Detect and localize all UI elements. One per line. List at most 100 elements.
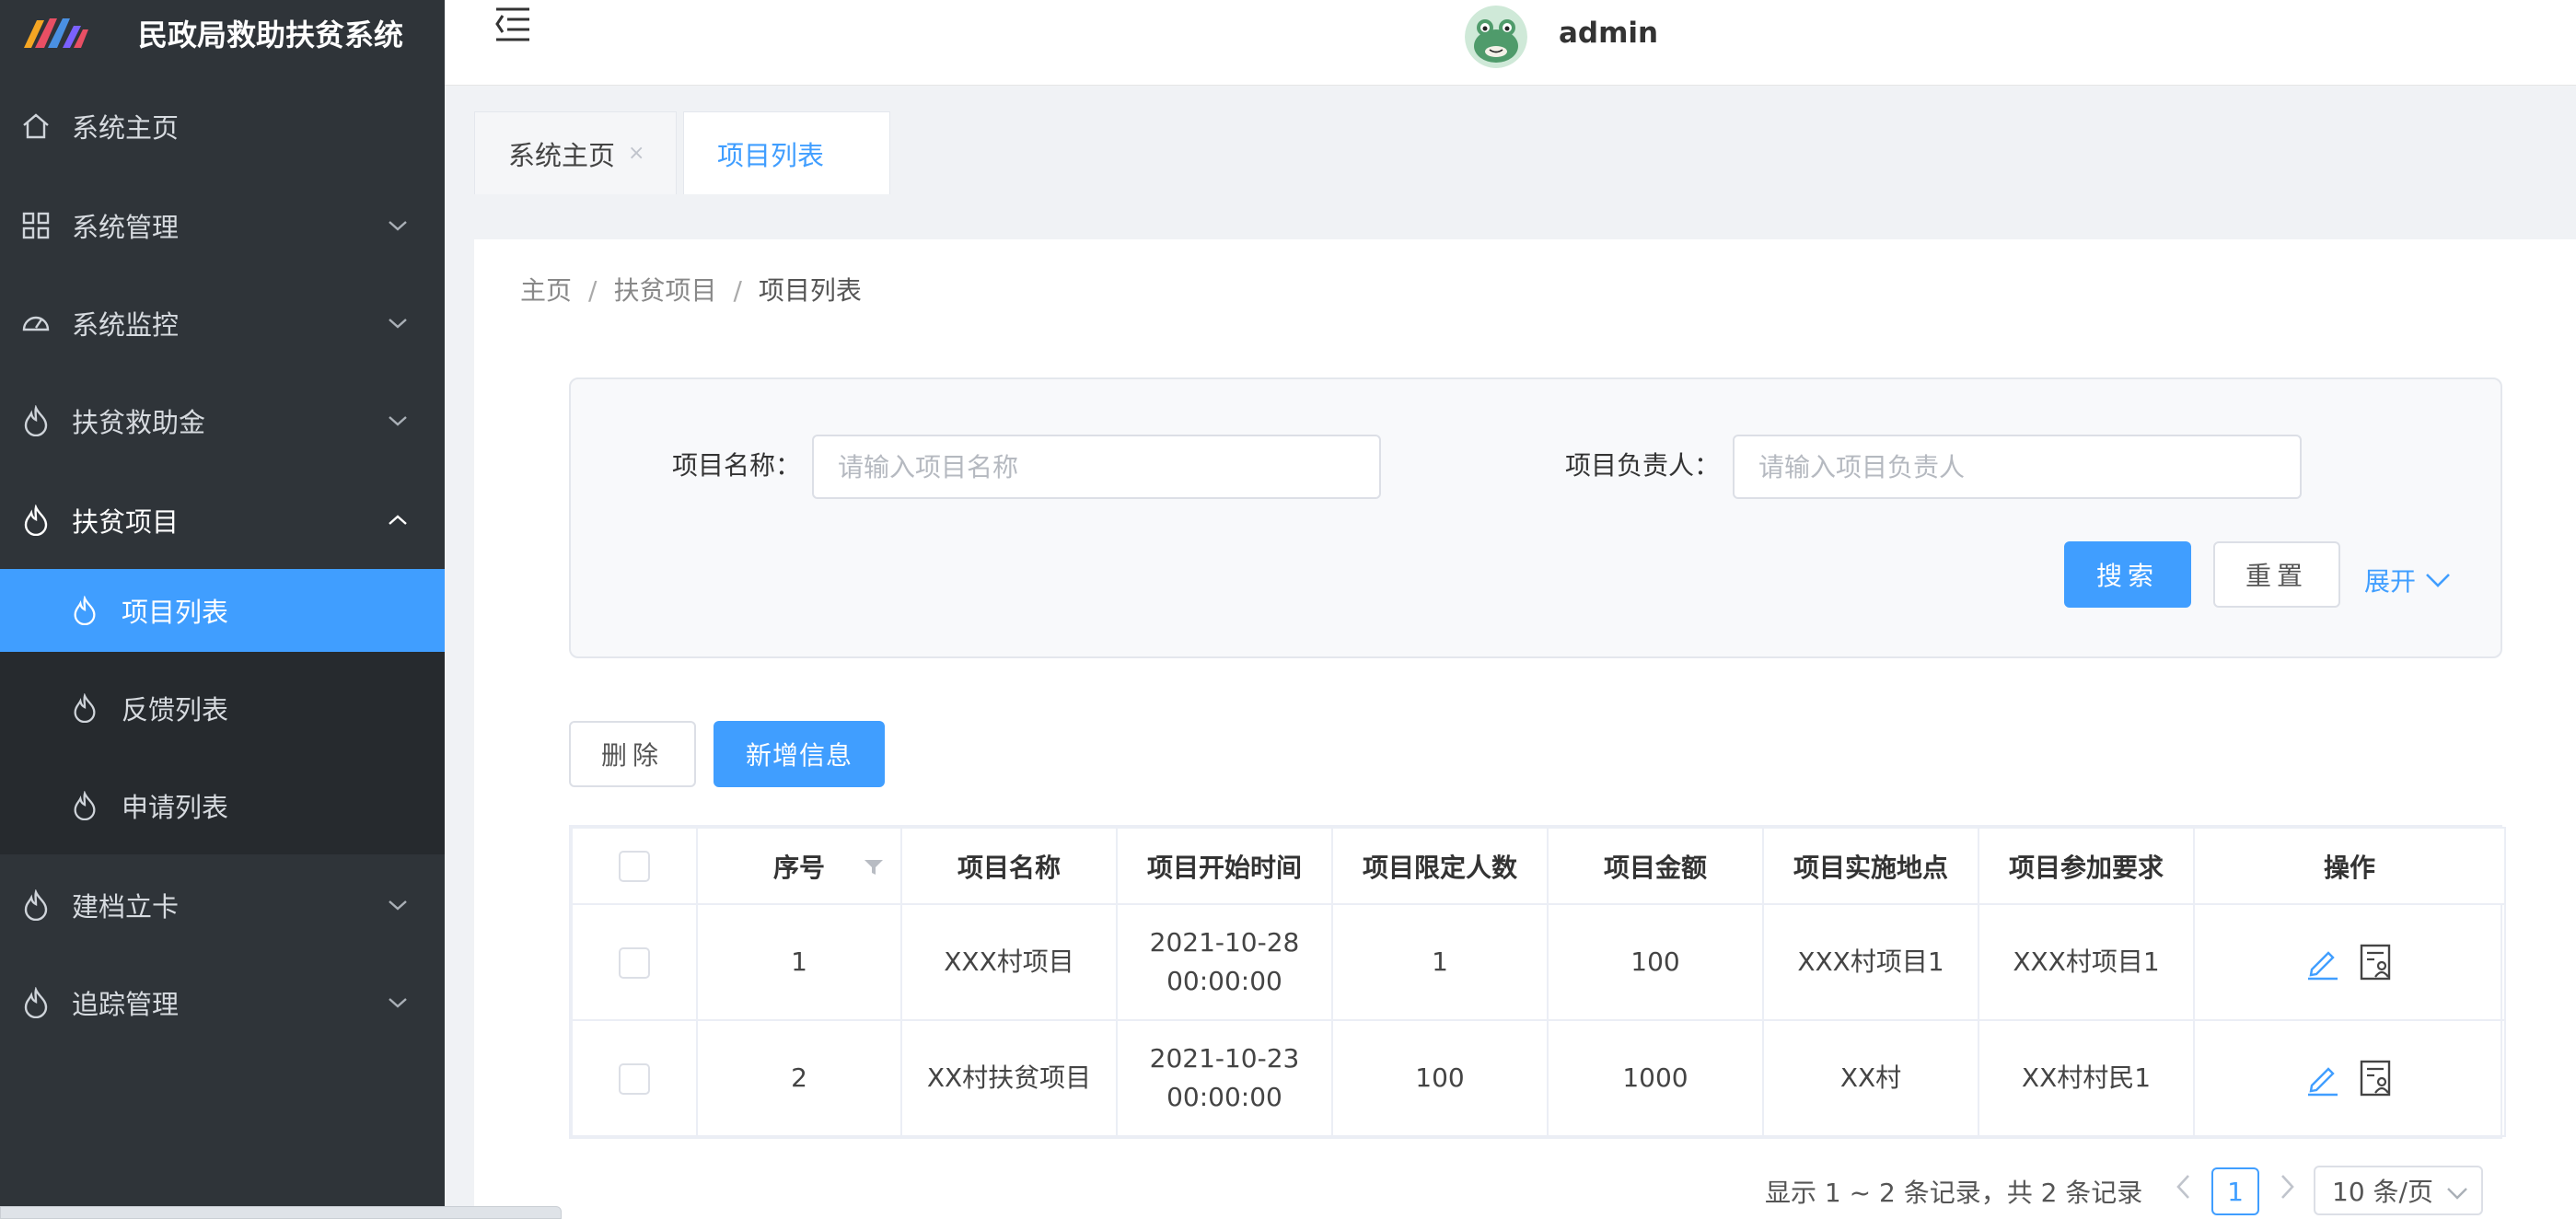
- table-row: 2 XX村扶贫项目 2021-10-23 00:00:00 100 1000 XX…: [571, 1019, 2506, 1137]
- flame-icon: [74, 791, 96, 820]
- sidebar-item-label: 建档立卡: [72, 891, 180, 923]
- grid-icon: [22, 212, 50, 239]
- column-header-actions: 操作: [2193, 827, 2506, 905]
- delete-button[interactable]: 删除: [569, 721, 696, 787]
- expand-label: 展开: [2364, 566, 2417, 597]
- chevron-down-icon: [2426, 574, 2450, 587]
- tab-bar: 系统主页 × 项目列表: [445, 86, 2576, 194]
- sidebar-subitem-label: 申请列表: [122, 792, 229, 823]
- cell-location: XX村: [1762, 1019, 1979, 1137]
- column-header-start-time: 项目开始时间: [1116, 827, 1333, 905]
- browser-status-bar: [0, 1206, 562, 1219]
- table-row: 1 XXX村项目 2021-10-28 00:00:00 1 100 XXX村项目…: [571, 903, 2506, 1021]
- breadcrumb-current: 项目列表: [758, 275, 862, 306]
- flame-icon: [74, 596, 96, 625]
- avatar[interactable]: [1465, 6, 1527, 68]
- sidebar-subitem-label: 项目列表: [122, 597, 229, 628]
- chevron-up-icon: [389, 515, 407, 525]
- page-size-value: 10 条/页: [2332, 1177, 2433, 1207]
- cell-name: XX村扶贫项目: [900, 1019, 1118, 1137]
- tab-home[interactable]: 系统主页 ×: [474, 111, 677, 194]
- prev-page-icon[interactable]: [2173, 1173, 2195, 1201]
- edit-icon[interactable]: [2304, 944, 2341, 981]
- tab-project-list[interactable]: 项目列表: [683, 111, 890, 194]
- sidebar-item-label: 系统监控: [72, 309, 180, 341]
- tab-label: 系统主页: [508, 139, 616, 171]
- frog-avatar-icon: [1465, 6, 1527, 68]
- table-header-row: 序号 项目名称 项目开始时间 项目限定人数 项目金额 项目实施地点 项目参加要求…: [571, 827, 2506, 905]
- cell-start-date: 2021-10-23: [1149, 1043, 1300, 1074]
- chevron-down-icon: [389, 900, 407, 911]
- reset-button[interactable]: 重置: [2213, 541, 2340, 608]
- expand-link[interactable]: 展开: [2364, 562, 2451, 598]
- flame-icon: [74, 693, 96, 723]
- column-header-name: 项目名称: [900, 827, 1118, 905]
- add-info-button[interactable]: 新增信息: [714, 721, 885, 787]
- chevron-down-icon: [389, 416, 407, 426]
- sidebar-subitem-application-list[interactable]: 申请列表: [0, 764, 445, 847]
- chevron-down-icon: [2447, 1188, 2467, 1200]
- breadcrumb-separator: /: [733, 275, 742, 306]
- username[interactable]: admin: [1559, 17, 1658, 50]
- sidebar-item-system-management[interactable]: 系统管理: [0, 184, 445, 267]
- cell-start-date: 2021-10-28: [1149, 927, 1300, 958]
- main-content: 主页 / 扶贫项目 / 项目列表 项目名称： 项目负责人： 搜索 重置 展开 删除 新增…: [474, 239, 2576, 1219]
- project-leader-input[interactable]: [1733, 435, 2302, 499]
- sidebar-subitem-project-list[interactable]: 项目列表: [0, 569, 445, 652]
- cell-start-clock: 00:00:00: [1166, 1082, 1282, 1112]
- sidebar-item-poverty-projects[interactable]: 扶贫项目: [0, 479, 445, 562]
- sidebar-item-label: 追踪管理: [72, 989, 180, 1020]
- row-checkbox[interactable]: [619, 947, 650, 979]
- next-page-icon[interactable]: [2276, 1173, 2298, 1201]
- menu-fold-icon[interactable]: [493, 6, 533, 42]
- column-header-label: 序号: [772, 852, 825, 883]
- row-select-cell: [571, 903, 698, 1021]
- tab-label: 项目列表: [717, 139, 825, 171]
- detail-icon[interactable]: [2358, 1058, 2395, 1098]
- cell-start-clock: 00:00:00: [1166, 966, 1282, 996]
- filter-icon[interactable]: [864, 858, 884, 877]
- sidebar-item-label: 扶贫项目: [72, 506, 180, 538]
- sidebar-item-label: 系统管理: [72, 212, 180, 243]
- column-header-location: 项目实施地点: [1762, 827, 1979, 905]
- select-all-cell: [571, 827, 698, 905]
- sidebar-item-tracking[interactable]: 追踪管理: [0, 961, 445, 1044]
- column-header-amount: 项目金额: [1547, 827, 1764, 905]
- flame-icon: [24, 889, 48, 921]
- breadcrumb: 主页 / 扶贫项目 / 项目列表: [520, 271, 862, 308]
- project-name-input[interactable]: [812, 435, 1381, 499]
- page-number-current[interactable]: 1: [2211, 1167, 2259, 1215]
- column-header-requirement: 项目参加要求: [1978, 827, 2195, 905]
- sidebar-item-system-monitor[interactable]: 系统监控: [0, 282, 445, 365]
- search-panel: 项目名称： 项目负责人： 搜索 重置 展开: [569, 377, 2502, 658]
- select-all-checkbox[interactable]: [619, 851, 650, 882]
- sidebar-subitem-feedback-list[interactable]: 反馈列表: [0, 667, 445, 749]
- flame-icon: [24, 505, 48, 536]
- close-icon[interactable]: ×: [628, 142, 644, 165]
- breadcrumb-poverty-projects[interactable]: 扶贫项目: [613, 275, 716, 306]
- detail-icon[interactable]: [2358, 942, 2395, 982]
- cell-start-time: 2021-10-23 00:00:00: [1116, 1019, 1333, 1137]
- search-button[interactable]: 搜索: [2064, 541, 2191, 608]
- sidebar-item-home[interactable]: 系统主页: [0, 85, 445, 168]
- edit-icon[interactable]: [2304, 1060, 2341, 1097]
- cell-seq: 1: [696, 903, 902, 1021]
- breadcrumb-home[interactable]: 主页: [520, 275, 572, 306]
- top-header: admin: [445, 0, 2576, 86]
- sidebar-item-archive-card[interactable]: 建档立卡: [0, 864, 445, 946]
- chevron-down-icon: [389, 319, 407, 329]
- pagination-total: 显示 1 ~ 2 条记录，共 2 条记录: [1765, 1178, 2143, 1208]
- sidebar-item-label: 扶贫救助金: [72, 407, 206, 438]
- page-size-select[interactable]: 10 条/页: [2314, 1166, 2483, 1215]
- project-table: 序号 项目名称 项目开始时间 项目限定人数 项目金额 项目实施地点 项目参加要求…: [569, 825, 2506, 1139]
- cell-amount: 1000: [1547, 1019, 1764, 1137]
- row-checkbox[interactable]: [619, 1063, 650, 1095]
- project-leader-label: 项目负责人：: [1565, 450, 1721, 481]
- app-logo-icon: [24, 18, 88, 48]
- cell-name: XXX村项目: [900, 903, 1118, 1021]
- column-header-limit: 项目限定人数: [1331, 827, 1549, 905]
- sidebar-item-poverty-fund[interactable]: 扶贫救助金: [0, 379, 445, 462]
- column-header-seq[interactable]: 序号: [696, 827, 902, 905]
- flame-icon: [24, 987, 48, 1018]
- cell-amount: 100: [1547, 903, 1764, 1021]
